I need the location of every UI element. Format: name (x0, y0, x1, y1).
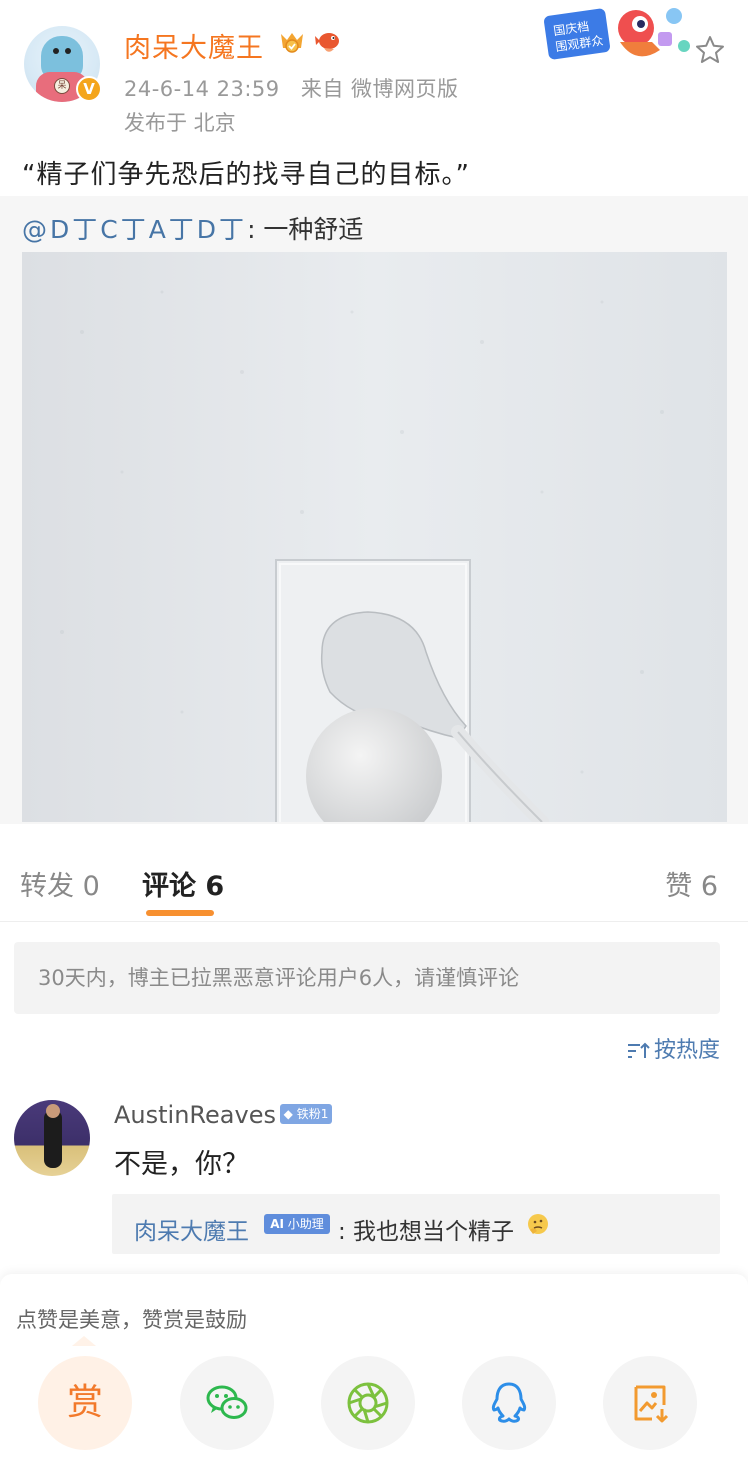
post-meta: 24-6-14 23:59 来自 微博网页版 (124, 73, 473, 103)
moments-icon (347, 1382, 389, 1424)
comment-text[interactable]: 不是，你？ (114, 1142, 249, 1181)
author-name[interactable]: 肉呆大魔王 (124, 26, 264, 65)
commenter-name[interactable]: AustinReaves (114, 1101, 276, 1129)
verified-badge-icon: V (76, 76, 102, 102)
sort-label: 按热度 (653, 1038, 720, 1063)
tab-reposts[interactable]: 转发 0 (20, 864, 100, 903)
assistant-badge: AI 小助理 (264, 1214, 330, 1234)
fish-badge-icon[interactable] (314, 28, 342, 56)
thinking-emoji-icon (528, 1214, 548, 1234)
reward-button[interactable]: 赏 (38, 1356, 132, 1450)
fan-level-text: 铁粉1 (296, 1107, 329, 1121)
assistant-badge-text: 小助理 (287, 1217, 324, 1231)
event-badge[interactable]: 国庆档 围观群众 (540, 2, 700, 72)
repost-line: @D丁C丁A丁D丁: 一种舒适 (22, 210, 363, 246)
reply-author[interactable]: 肉呆大魔王 (134, 1212, 249, 1246)
tab-comments[interactable]: 评论 6 (142, 864, 224, 903)
post-text: “精子们争先恐后的找寻自己的目标。” (22, 160, 470, 190)
sort-icon (627, 1042, 650, 1058)
medal-icon[interactable] (278, 30, 306, 56)
share-caption: 点赞是美意，赞赏是鼓励 (16, 1308, 247, 1332)
post-timestamp: 24-6-14 23:59 (124, 77, 280, 101)
sort-by-popularity-button[interactable]: 按热度 (626, 1032, 720, 1064)
comment-notice: 30天内，博主已拉黑恶意评论用户6人，请谨慎评论 (14, 942, 720, 1014)
active-tab-indicator (146, 910, 214, 916)
repost-text: : 一种舒适 (247, 215, 364, 244)
repost-card[interactable]: @D丁C丁A丁D丁: 一种舒适 (0, 196, 748, 824)
reward-label: 赏 (66, 1382, 103, 1423)
qq-icon (491, 1382, 527, 1423)
post-source: 来自 微博网页版 (300, 77, 459, 101)
save-image-button[interactable] (603, 1356, 697, 1450)
comment-reply[interactable]: 肉呆大魔王 AI 小助理 : 我也想当个精子 (112, 1194, 720, 1254)
share-qq-button[interactable] (462, 1356, 556, 1450)
post-header: 呆 V 肉呆大魔王 24-6-14 23:59 来自 微博网页版 发布于 北京 … (0, 0, 748, 150)
caption-pointer (72, 1336, 96, 1346)
reply-text: : 我也想当个精子 (338, 1219, 515, 1245)
wechat-icon (206, 1385, 248, 1419)
tab-likes[interactable]: 赞 6 (665, 864, 718, 903)
fan-level-badge: ◆ 铁粉1 (280, 1104, 332, 1124)
repost-mention[interactable]: @D丁C丁A丁D丁 (22, 215, 247, 244)
post-location: 发布于 北京 (124, 111, 236, 135)
save-image-icon (634, 1385, 669, 1423)
post-photo[interactable] (22, 252, 727, 822)
interaction-tabs: 转发 0 评论 6 赞 6 (0, 836, 748, 922)
share-moments-button[interactable] (321, 1356, 415, 1450)
share-wechat-button[interactable] (180, 1356, 274, 1450)
share-sheet: 点赞是美意，赞赏是鼓励 赏 (0, 1274, 748, 1476)
commenter-avatar[interactable] (14, 1100, 90, 1176)
favorite-star-icon[interactable] (694, 34, 726, 66)
